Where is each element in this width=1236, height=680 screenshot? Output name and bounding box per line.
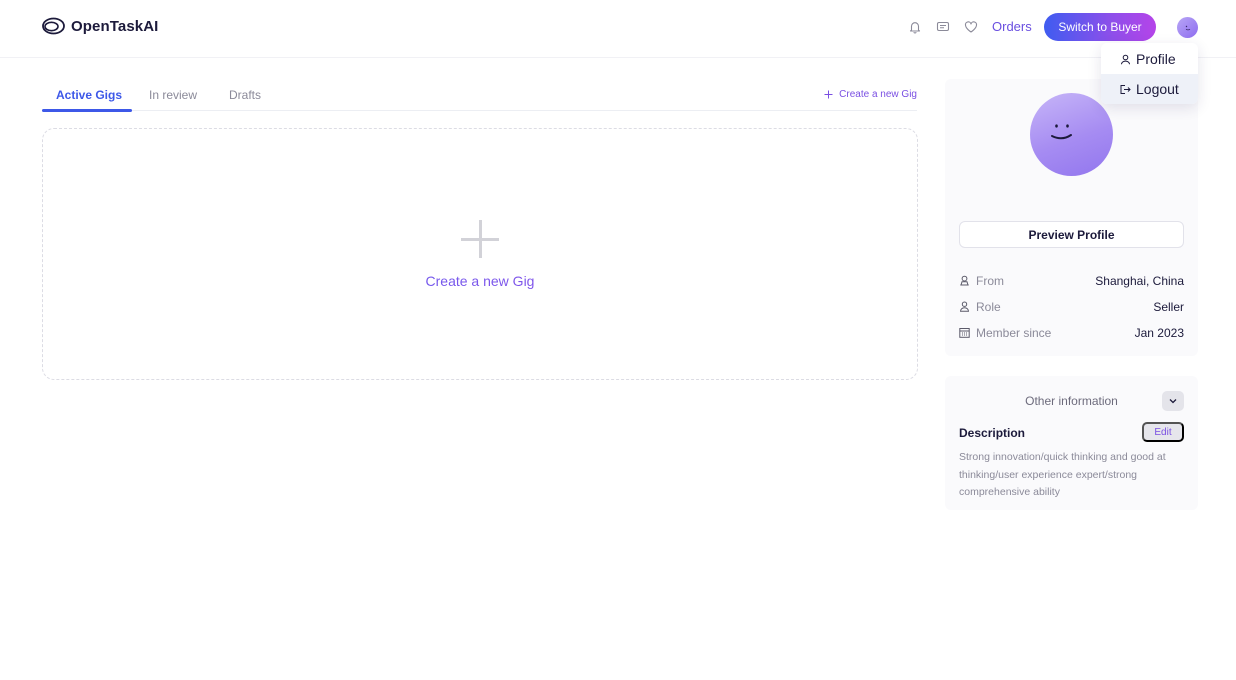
- active-tab-indicator: [42, 109, 132, 112]
- plus-icon: [824, 90, 833, 99]
- calendar-icon: [959, 328, 970, 338]
- tab-drafts[interactable]: Drafts: [229, 88, 261, 102]
- preview-profile-button[interactable]: Preview Profile: [959, 221, 1184, 248]
- smile-face-icon: [1051, 124, 1072, 140]
- create-gig-label: Create a new Gig: [43, 273, 917, 289]
- profile-card: Preview Profile From Shanghai, China Rol…: [945, 79, 1198, 356]
- collapse-toggle[interactable]: [1162, 391, 1184, 411]
- orders-link[interactable]: Orders: [992, 19, 1032, 34]
- chevron-down-icon: [1169, 399, 1177, 404]
- info-label: From: [976, 274, 1004, 288]
- other-information-title: Other information: [1025, 394, 1118, 408]
- create-gig-link[interactable]: Create a new Gig: [824, 89, 917, 100]
- tab-active-gigs[interactable]: Active Gigs: [56, 88, 122, 102]
- description-text: Strong innovation/quick thinking and goo…: [959, 451, 1166, 498]
- switch-to-buyer-button[interactable]: Switch to Buyer: [1044, 13, 1156, 41]
- tab-in-review[interactable]: In review: [149, 88, 197, 102]
- menu-item-logout[interactable]: Logout: [1101, 74, 1198, 104]
- menu-item-profile-label: Profile: [1136, 51, 1176, 67]
- create-gig-box[interactable]: Create a new Gig: [42, 128, 918, 380]
- avatar[interactable]: [1177, 17, 1198, 38]
- logo-icon: [42, 17, 65, 35]
- info-row-member-since: Member since Jan 2023: [959, 325, 1184, 341]
- other-information-card: Other information Description Edit Stron…: [945, 376, 1198, 510]
- menu-item-profile[interactable]: Profile: [1101, 44, 1198, 74]
- info-row-from: From Shanghai, China: [959, 273, 1184, 289]
- info-value: Seller: [1153, 300, 1184, 314]
- logout-icon: [1120, 84, 1131, 94]
- user-icon: [1121, 54, 1130, 64]
- smile-icon: [1185, 25, 1190, 30]
- info-row-role: Role Seller: [959, 299, 1184, 315]
- plus-icon: [461, 220, 499, 258]
- location-icon: [960, 275, 969, 286]
- heart-icon[interactable]: [963, 19, 979, 35]
- edit-description-button[interactable]: Edit: [1142, 422, 1184, 442]
- info-label: Role: [976, 300, 1001, 314]
- logo-text: OpenTaskAI: [71, 17, 159, 35]
- create-gig-link-label: Create a new Gig: [839, 89, 917, 100]
- top-header: OpenTaskAI Orders Switch to Buyer: [0, 0, 1236, 58]
- bell-icon[interactable]: [907, 19, 923, 35]
- logo[interactable]: OpenTaskAI: [42, 17, 158, 35]
- info-value: Shanghai, China: [1095, 274, 1184, 288]
- message-icon[interactable]: [935, 19, 951, 35]
- info-value: Jan 2023: [1134, 326, 1184, 340]
- info-label: Member since: [976, 326, 1052, 340]
- menu-item-logout-label: Logout: [1136, 81, 1179, 97]
- gig-tabs: Active Gigs In review Drafts Create a ne…: [42, 78, 917, 112]
- profile-avatar: [1030, 93, 1113, 176]
- description-title: Description: [959, 426, 1026, 440]
- user-icon: [959, 301, 970, 312]
- user-dropdown-menu: Profile Logout: [1101, 43, 1198, 104]
